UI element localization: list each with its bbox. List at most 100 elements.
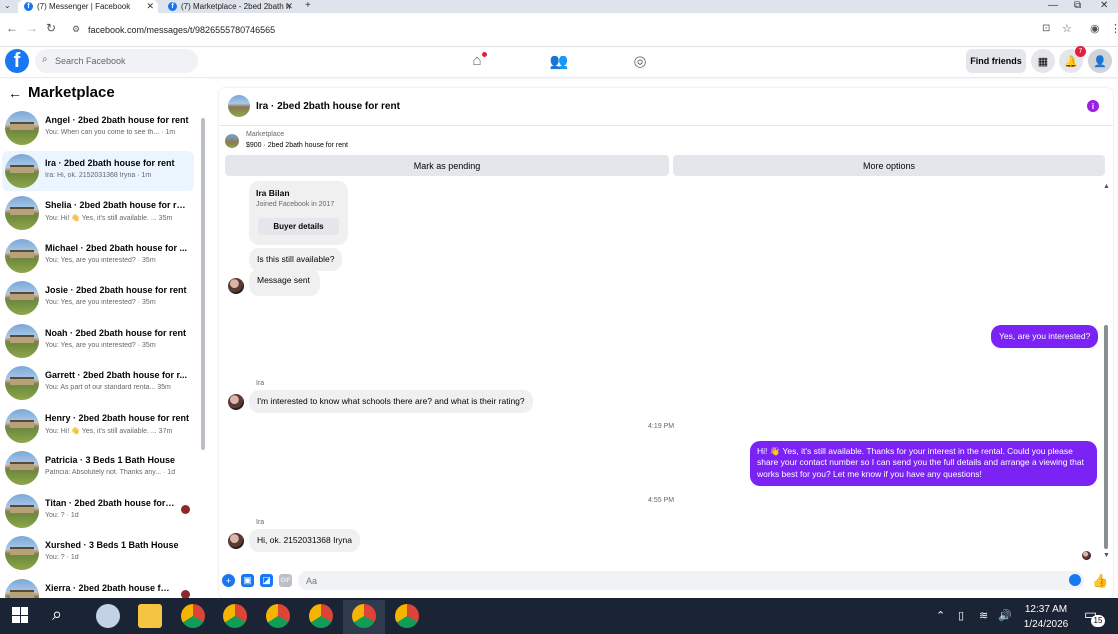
friends-icon[interactable]: 👥 [549, 52, 569, 70]
conversation-name: Ira · 2bed 2bath house for rent [45, 158, 175, 168]
browser-tab-marketplace[interactable]: f (7) Marketplace - 2bed 2bath h ✕ [162, 0, 297, 13]
conversation-item[interactable]: Garrett · 2bed 2bath house for r... You:… [2, 363, 194, 403]
maximize-icon[interactable]: ⧉ [1074, 0, 1081, 11]
ira-avatar[interactable] [228, 533, 244, 549]
close-tab-icon[interactable]: ✕ [146, 1, 154, 12]
reload-icon[interactable]: ↻ [46, 21, 56, 35]
forward-icon[interactable]: → [26, 21, 38, 35]
conversation-item[interactable]: Michael · 2bed 2bath house for ... You: … [2, 236, 194, 276]
conversation-item[interactable]: Patricia · 3 Beds 1 Bath House Patricia:… [2, 448, 194, 488]
conversation-item[interactable]: Henry · 2bed 2bath house for rent You: H… [2, 406, 194, 446]
taskbar-app-icon[interactable] [96, 604, 120, 628]
conversation-preview: You: Yes, are you interested? · 35m [45, 257, 156, 264]
battery-icon[interactable]: ▯ [958, 609, 964, 622]
conversation-item[interactable]: Shelia · 2bed 2bath house for rent You: … [2, 193, 194, 233]
find-friends-button[interactable]: Find friends [966, 49, 1026, 73]
ira-avatar[interactable] [228, 394, 244, 410]
read-receipt-avatar [1082, 551, 1091, 560]
sticker-icon[interactable]: ◪ [260, 574, 273, 587]
conversation-item[interactable]: Xurshed · 3 Beds 1 Bath House You: ? · 1… [2, 533, 194, 573]
install-app-icon[interactable]: ⊡ [1042, 23, 1050, 34]
chrome-profile-icon[interactable] [223, 604, 247, 628]
conversation-preview: Ira: Hi, ok. 2152031368 Iryna · 1m [45, 172, 152, 179]
conversation-preview: You: ? · 1d [45, 554, 79, 561]
conversation-name: Xierra · 2bed 2bath house for ... [45, 583, 175, 593]
conversation-item[interactable]: Noah · 2bed 2bath house for rent You: Ye… [2, 321, 194, 361]
site-info-icon[interactable]: ⚙ [72, 24, 80, 35]
windows-start-icon[interactable] [12, 607, 28, 623]
mark-as-pending-button[interactable]: Mark as pending [225, 155, 669, 176]
listing-thumbnail [5, 451, 39, 485]
volume-icon[interactable]: 🔊 [998, 609, 1012, 622]
back-icon[interactable]: ← [6, 21, 18, 35]
file-explorer-icon[interactable] [138, 604, 162, 628]
account-avatar[interactable]: 👤 [1088, 49, 1112, 73]
listing-thumbnail [5, 409, 39, 443]
conversation-item[interactable]: Josie · 2bed 2bath house for rent You: Y… [2, 278, 194, 318]
listing-thumbnail [5, 154, 39, 188]
sidebar-scrollbar[interactable] [201, 118, 205, 450]
minimize-icon[interactable]: — [1048, 0, 1058, 11]
browser-tab-messenger[interactable]: f (7) Messenger | Facebook ✕ [18, 0, 158, 13]
attach-photo-icon[interactable]: ▣ [241, 574, 254, 587]
facebook-logo-icon[interactable]: f [5, 49, 29, 73]
profile-icon[interactable]: ◉ [1090, 22, 1100, 35]
conversation-item[interactable]: Titan · 2bed 2bath house for r... You: ?… [2, 491, 194, 531]
message-input[interactable] [298, 571, 1084, 590]
marketplace-listing-thumbnail[interactable] [225, 134, 239, 148]
conversation-preview: You: Hi! 👋 Yes, it's still available. ..… [45, 428, 173, 435]
buyer-details-button[interactable]: Buyer details [258, 218, 339, 235]
conversation-preview: Patricia: Absolutely not. Thanks any... … [45, 469, 176, 476]
scroll-down-icon[interactable]: ▼ [1103, 552, 1110, 559]
bookmark-star-icon[interactable]: ☆ [1062, 22, 1072, 35]
taskbar-clock[interactable]: 12:37 AM 1/24/2026 [1022, 602, 1070, 632]
more-actions-plus-icon[interactable]: + [222, 574, 235, 587]
chrome-profile-icon[interactable] [266, 604, 290, 628]
search-placeholder: Search Facebook [55, 56, 126, 66]
menu-grid-icon[interactable]: ▦ [1031, 49, 1055, 73]
seen-avatar [181, 505, 190, 514]
conversation-name: Michael · 2bed 2bath house for ... [45, 243, 188, 253]
chrome-icon[interactable] [181, 604, 205, 628]
conversation-name: Xurshed · 3 Beds 1 Bath House [45, 540, 179, 550]
scroll-up-icon[interactable]: ▲ [1103, 183, 1110, 190]
wifi-icon[interactable]: ≋ [979, 609, 988, 622]
conversation-item[interactable]: Angel · 2bed 2bath house for rent You: W… [2, 108, 194, 148]
more-options-button[interactable]: More options [673, 155, 1105, 176]
info-icon[interactable]: i [1087, 100, 1099, 112]
conversation-item-active[interactable]: Ira · 2bed 2bath house for rent Ira: Hi,… [2, 151, 194, 191]
emoji-icon[interactable] [1069, 574, 1081, 586]
browser-menu-icon[interactable]: ⋮ [1110, 22, 1118, 35]
close-window-icon[interactable]: ✕ [1100, 0, 1108, 11]
conversation-preview: You: ? · 1d [45, 512, 79, 519]
chat-title[interactable]: Ira · 2bed 2bath house for rent [256, 101, 400, 112]
conversation-name: Noah · 2bed 2bath house for rent [45, 328, 187, 338]
new-tab-icon[interactable]: + [305, 0, 311, 11]
ira-avatar[interactable] [228, 278, 244, 294]
chrome-profile-active-icon[interactable] [352, 604, 376, 628]
listing-price-title[interactable]: $900 · 2bed 2bath house for rent [246, 142, 348, 149]
url-field[interactable]: ⚙ facebook.com/messages/t/98265557807465… [66, 19, 1036, 41]
tab-list-chevron-icon[interactable]: ⌄ [4, 1, 11, 10]
search-facebook-input[interactable]: ⌕ Search Facebook [35, 49, 198, 73]
thumbs-up-icon[interactable]: 👍 [1092, 573, 1108, 589]
groups-icon[interactable]: ◎ [630, 52, 650, 70]
message-bubble-outgoing: Hi! 👋 Yes, it's still available. Thanks … [750, 441, 1097, 487]
taskbar-search-icon[interactable]: ⌕ [52, 604, 62, 625]
conversation-name: Angel · 2bed 2bath house for rent [45, 115, 189, 125]
conversation-item[interactable]: Xierra · 2bed 2bath house for ... [2, 576, 194, 598]
tab-label: (7) Marketplace - 2bed 2bath h [181, 2, 291, 11]
back-arrow-icon[interactable]: ← [8, 85, 22, 101]
tray-chevron-icon[interactable]: ⌃ [936, 609, 945, 622]
chrome-profile-icon[interactable] [309, 604, 333, 628]
conversation-preview: You: Yes, are you interested? · 35m [45, 342, 156, 349]
clock-date: 1/24/2026 [1023, 619, 1069, 630]
conversation-name: Titan · 2bed 2bath house for r... [45, 498, 175, 508]
chat-scrollbar[interactable] [1104, 325, 1108, 549]
close-tab-icon[interactable]: ✕ [285, 1, 293, 12]
chrome-profile-icon[interactable] [395, 604, 419, 628]
gif-icon[interactable]: GIF [279, 574, 292, 587]
listing-avatar[interactable] [228, 95, 250, 117]
message-bubble-incoming: Hi, ok. 2152031368 Iryna [249, 529, 360, 553]
message-bubble-incoming: Is this still available? [249, 248, 343, 272]
